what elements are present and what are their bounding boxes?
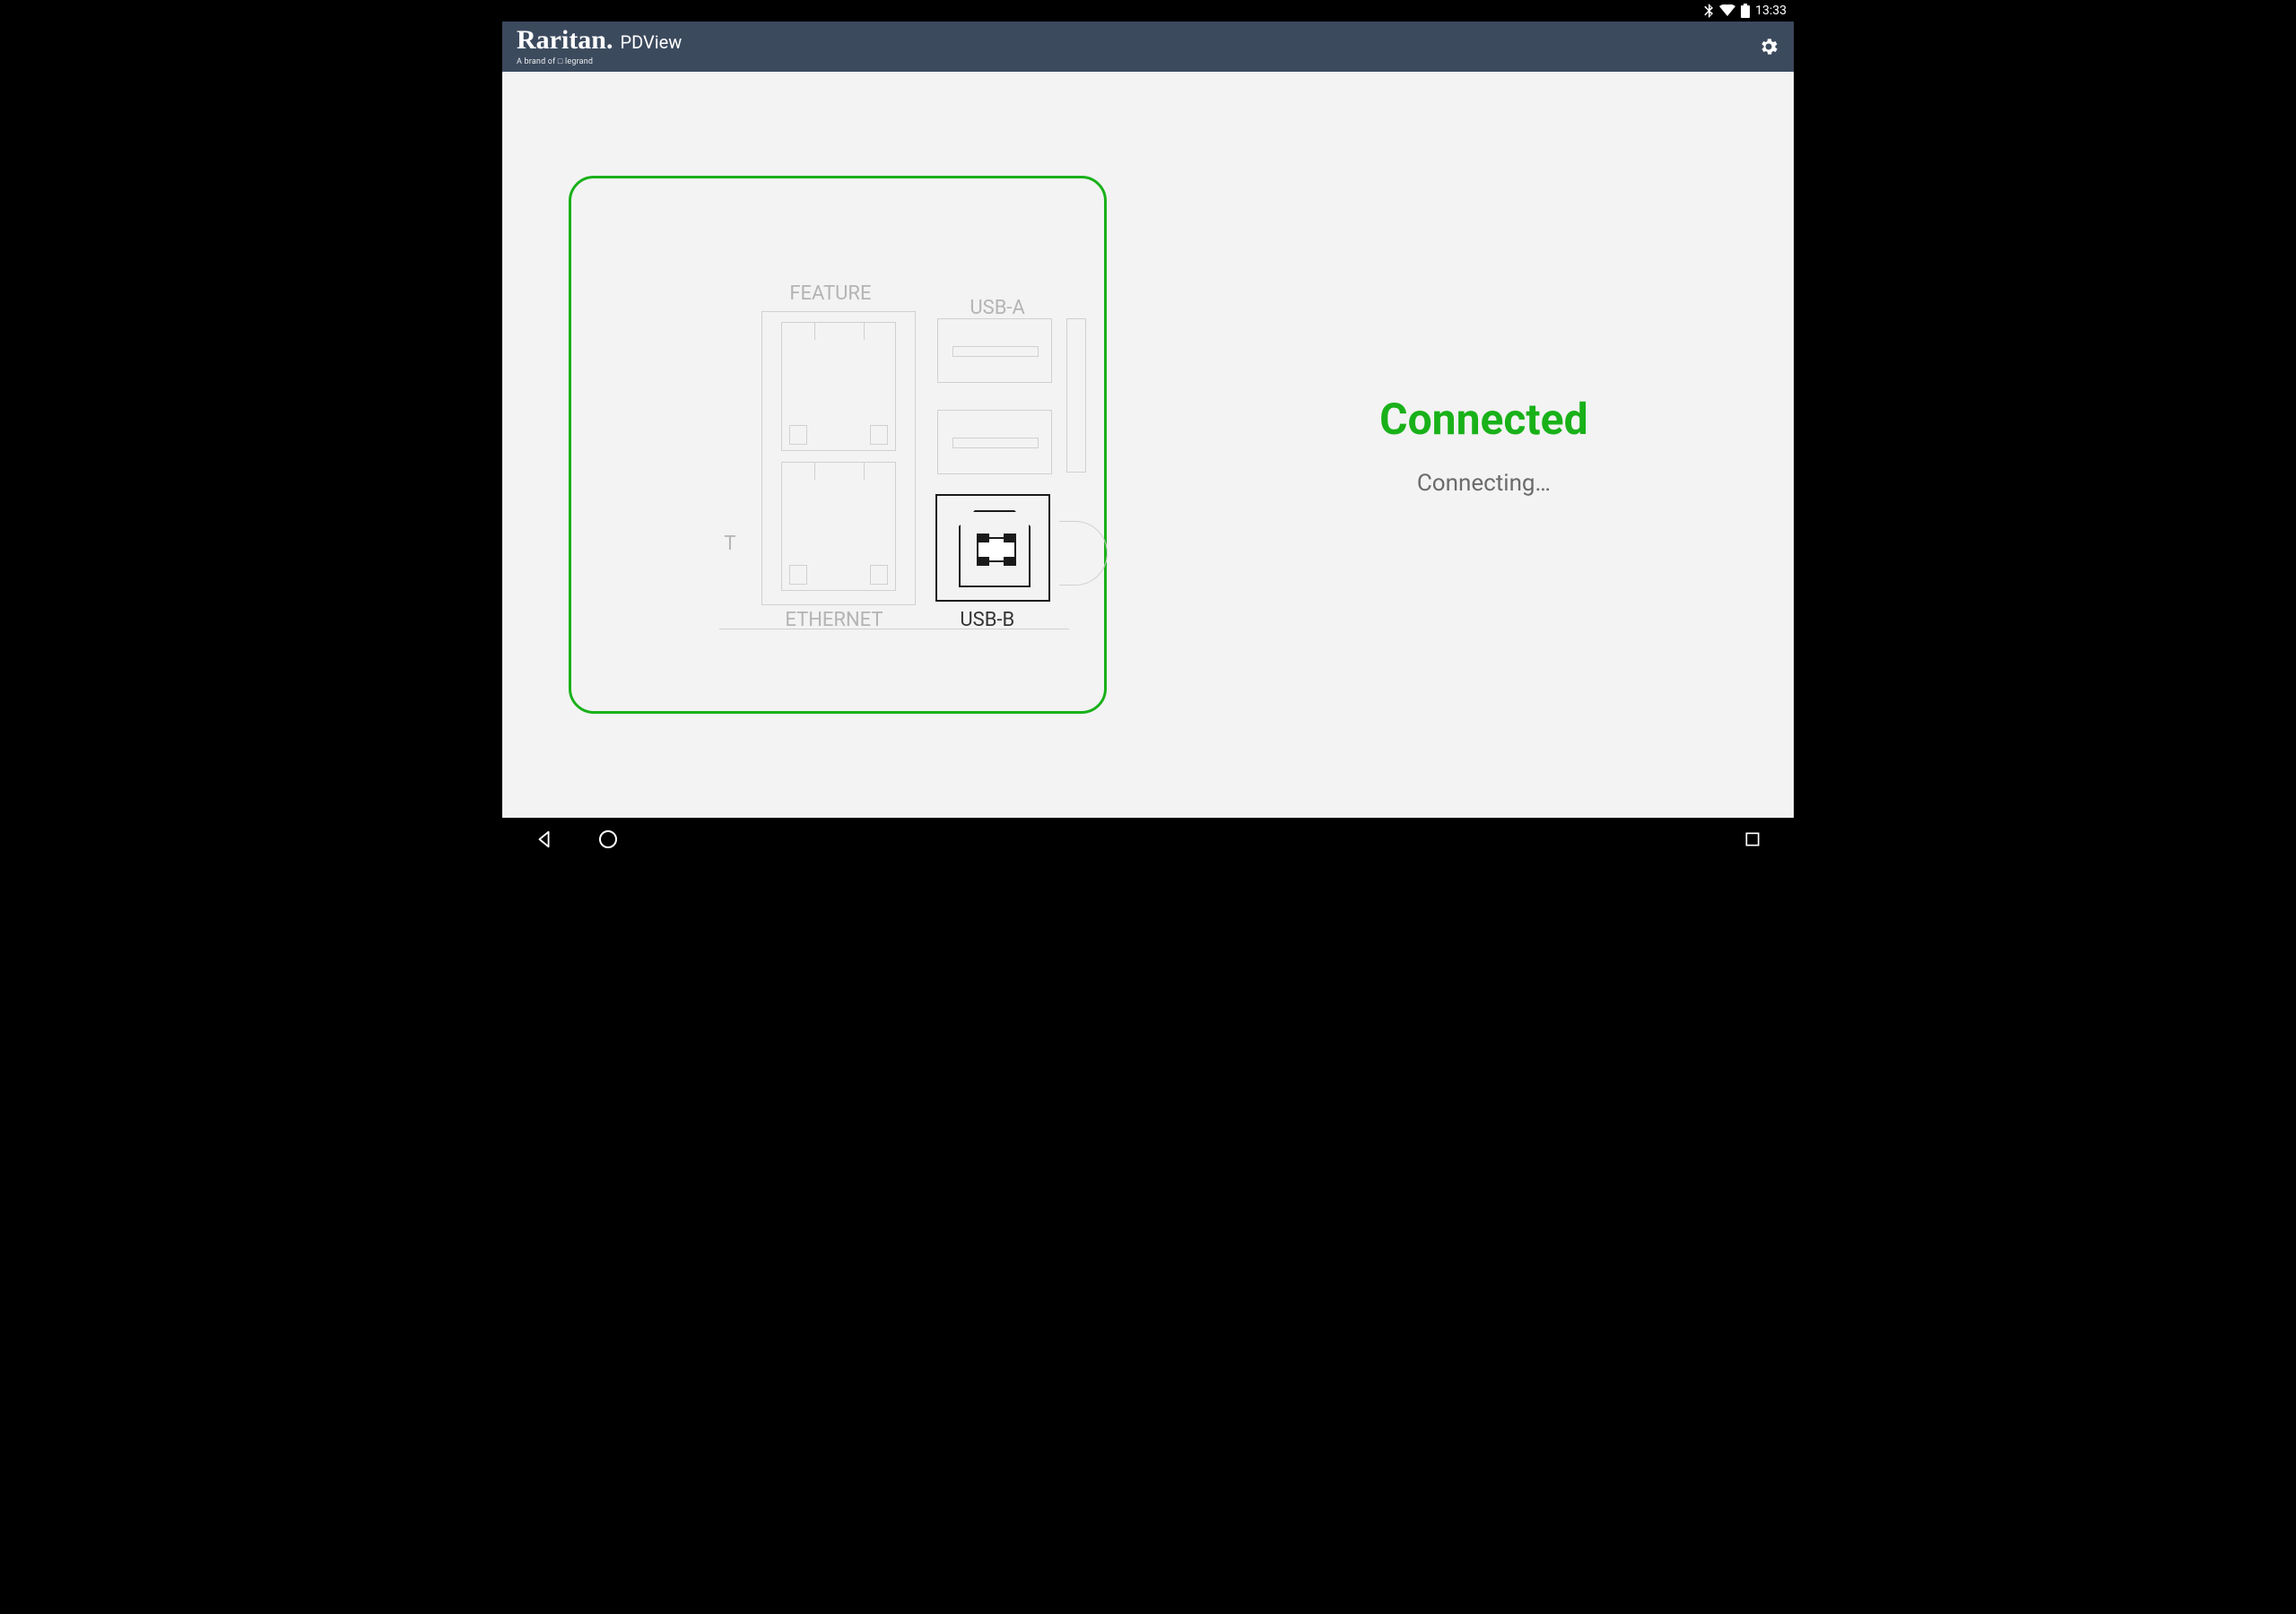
brand-name: Raritan. (517, 27, 613, 54)
back-icon[interactable] (535, 829, 554, 849)
brand-tagline: A brand of □ legrand (517, 56, 613, 66)
rj45-port-1 (781, 322, 896, 451)
app-bar: Raritan. A brand of □ legrand PDView (502, 22, 1794, 72)
usba-port-2 (937, 410, 1052, 474)
connection-status-title: Connected (1379, 394, 1587, 445)
brand-block: Raritan. A brand of □ legrand PDView (517, 27, 682, 66)
usbb-port-highlight (935, 494, 1050, 602)
connection-status-subtitle: Connecting… (1417, 470, 1551, 497)
device-diagram-card: FEATURE USB-A ETHERNET USB-B T (569, 176, 1107, 714)
diagram-usba-label: USB-A (970, 297, 1024, 319)
clock: 13:33 (1755, 4, 1787, 18)
slim-port (1066, 318, 1086, 473)
home-icon[interactable] (597, 829, 619, 850)
round-port (1059, 521, 1108, 586)
usba-port-1 (937, 318, 1052, 383)
app-title: PDView (621, 31, 683, 53)
wifi-icon (1719, 4, 1735, 17)
gear-icon[interactable] (1758, 36, 1779, 57)
diagram-t-label: T (724, 533, 735, 555)
bluetooth-icon (1703, 4, 1714, 18)
main-content: FEATURE USB-A ETHERNET USB-B T (502, 72, 1794, 818)
android-status-bar: 13:33 (502, 0, 1794, 22)
android-nav-bar (502, 818, 1794, 861)
recents-icon[interactable] (1744, 830, 1761, 848)
battery-icon (1741, 4, 1750, 18)
diagram-feature-label: FEATURE (789, 282, 871, 305)
rj45-port-2 (781, 462, 896, 591)
